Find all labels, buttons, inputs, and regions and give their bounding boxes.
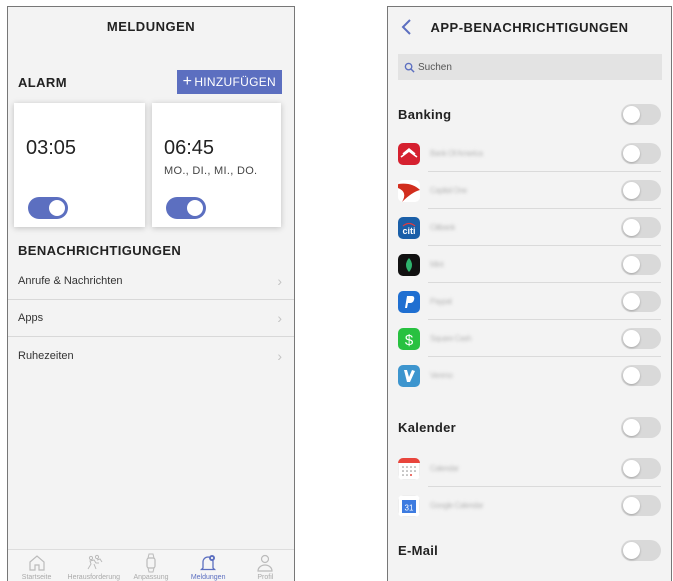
venmo-icon <box>398 364 420 387</box>
list-item: Mint <box>398 246 661 283</box>
tab-customization[interactable]: Anpassung <box>123 550 179 581</box>
search-input[interactable]: Suchen <box>398 54 662 80</box>
app-name: Mint <box>430 260 444 269</box>
alarm-card-2[interactable]: 06:45 MO., DI., MI., DO. <box>152 103 281 227</box>
banking-app-list: Bank Of America Capital One citi Citiban… <box>398 135 661 394</box>
app-toggle[interactable] <box>621 495 661 516</box>
menu-item-label: Anrufe & Nachrichten <box>18 275 123 287</box>
search-placeholder: Suchen <box>418 61 452 73</box>
notifications-menu: Anrufe & Nachrichten › Apps › Ruhezeiten… <box>8 263 294 374</box>
list-item: Paypal <box>398 283 661 320</box>
menu-item-apps[interactable]: Apps › <box>8 300 294 337</box>
add-alarm-label: HINZUFÜGEN <box>194 75 276 89</box>
tab-profile[interactable]: Profil <box>237 550 293 581</box>
section-toggle-email[interactable] <box>621 539 661 561</box>
list-item: citi Citibank <box>398 209 661 246</box>
back-chevron-icon[interactable] <box>400 17 414 37</box>
app-toggle[interactable] <box>621 217 661 238</box>
app-toggle[interactable] <box>621 328 661 349</box>
section-banking: Banking <box>398 103 661 125</box>
tab-home[interactable]: Startseite <box>9 550 65 581</box>
header: APP-BENACHRICHTIGUNGEN <box>388 7 671 47</box>
tab-bar: Startseite Herausforderung Anpassung Mel… <box>8 549 294 581</box>
alarm-time: 03:05 <box>26 137 77 159</box>
runners-icon <box>87 554 103 570</box>
chevron-right-icon: › <box>277 310 282 326</box>
citi-icon: citi <box>398 216 420 239</box>
app-toggle[interactable] <box>621 291 661 312</box>
app-toggle[interactable] <box>621 365 661 386</box>
alarm-section-title: ALARM <box>18 74 67 90</box>
tab-label: Meldungen <box>190 574 226 581</box>
app-toggle[interactable] <box>621 180 661 201</box>
gcal-day-text: 31 <box>405 503 414 512</box>
chevron-right-icon: › <box>277 273 282 289</box>
menu-item-label: Apps <box>18 312 44 324</box>
list-item: $ Square Cash <box>398 320 661 357</box>
app-name: Capital One <box>430 186 467 195</box>
meldungen-screen: MELDUNGEN ALARM + HINZUFÜGEN 03:05 06:45… <box>7 6 295 581</box>
app-toggle[interactable] <box>621 254 661 275</box>
app-name: Citibank <box>430 223 455 232</box>
tab-label: Anpassung <box>133 574 169 581</box>
person-icon <box>257 554 273 572</box>
menu-item-label: Ruhezeiten <box>18 349 74 362</box>
alarm-card-1[interactable]: 03:05 <box>14 103 145 227</box>
watch-icon <box>146 553 156 573</box>
list-item: Capital One <box>398 172 661 209</box>
list-item: Calendar <box>398 450 661 487</box>
page-title: APP-BENACHRICHTIGUNGEN <box>430 19 629 35</box>
section-title: E-Mail <box>398 542 439 558</box>
capital-one-icon <box>398 179 420 202</box>
tab-label: Herausforderung <box>67 574 121 581</box>
chevron-right-icon: › <box>277 347 282 364</box>
app-name: Google Calendar <box>430 501 483 510</box>
tab-challenge[interactable]: Herausforderung <box>66 550 122 581</box>
app-name: Square Cash <box>430 334 472 343</box>
add-alarm-button[interactable]: + HINZUFÜGEN <box>176 70 282 94</box>
bank-of-america-icon <box>398 142 420 165</box>
bell-gear-icon <box>200 555 217 571</box>
search-icon <box>404 62 415 73</box>
home-icon <box>28 555 45 571</box>
list-item: Bank Of America <box>398 135 661 172</box>
google-calendar-icon: 31 <box>398 494 420 517</box>
app-name: Venmo <box>430 371 453 380</box>
section-toggle-banking[interactable] <box>621 103 661 125</box>
tab-label: Startseite <box>21 574 52 581</box>
section-calendar: Kalender <box>398 416 661 438</box>
list-item: Venmo <box>398 357 661 394</box>
section-title: Banking <box>398 106 452 122</box>
app-name: Calendar <box>430 464 459 473</box>
section-email: E-Mail <box>398 539 661 561</box>
calendar-icon <box>398 457 420 480</box>
alarm-toggle-2[interactable] <box>166 197 206 219</box>
plus-icon: + <box>182 73 193 90</box>
citi-logo-text: citi <box>402 226 415 236</box>
cash-app-icon: $ <box>398 327 420 350</box>
app-toggle[interactable] <box>621 143 661 164</box>
app-notifications-screen: APP-BENACHRICHTIGUNGEN Suchen Banking Ba… <box>387 6 672 581</box>
alarm-time: 06:45 <box>164 137 215 159</box>
app-name: Paypal <box>430 297 452 306</box>
mint-icon <box>398 253 420 276</box>
page-title: MELDUNGEN <box>106 18 196 34</box>
alarm-header: ALARM + HINZUFÜGEN <box>18 69 282 95</box>
calendar-app-list: Calendar 31 Google Calendar <box>398 450 661 524</box>
menu-item-quiet-hours[interactable]: Ruhezeiten › <box>8 337 294 374</box>
alarm-days: MO., DI., MI., DO. <box>164 165 258 177</box>
tab-label: Profil <box>257 574 274 581</box>
alarm-toggle-1[interactable] <box>28 197 68 219</box>
section-toggle-calendar[interactable] <box>621 416 661 438</box>
list-item: 31 Google Calendar <box>398 487 661 524</box>
app-toggle[interactable] <box>621 458 661 479</box>
svg-text:$: $ <box>405 332 414 349</box>
app-name: Bank Of America <box>430 149 483 158</box>
notifications-section-title: BENACHRICHTIGUNGEN <box>18 243 182 258</box>
menu-item-calls-messages[interactable]: Anrufe & Nachrichten › <box>8 263 294 300</box>
section-title: Kalender <box>398 419 457 435</box>
paypal-icon <box>398 290 420 313</box>
tab-notifications[interactable]: Meldungen <box>180 550 236 581</box>
